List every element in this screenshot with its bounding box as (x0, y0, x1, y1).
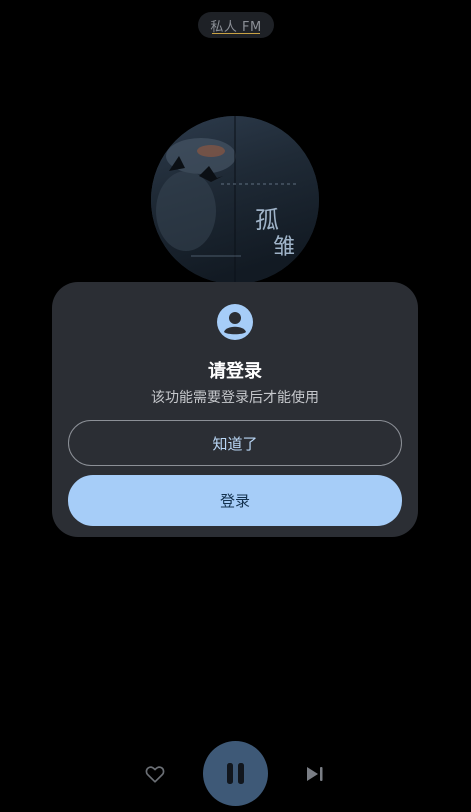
album-art-image: 孤 雏 (151, 116, 319, 284)
album-cover: 孤 雏 (151, 116, 319, 284)
dialog-title: 请登录 (208, 361, 262, 382)
dismiss-button[interactable]: 知道了 (68, 420, 402, 466)
title-underline (212, 33, 260, 34)
login-button[interactable]: 登录 (68, 475, 402, 526)
login-dialog: 请登录 该功能需要登录后才能使用 知道了 登录 (52, 282, 418, 537)
fm-title-pill[interactable]: 私人 FM (198, 12, 274, 38)
user-avatar-icon (217, 304, 253, 340)
heart-outline-icon[interactable] (144, 763, 166, 785)
skip-next-icon[interactable] (305, 764, 325, 784)
album-title-lettering: 孤 (255, 206, 279, 234)
dialog-description: 该功能需要登录后才能使用 (151, 390, 319, 406)
page-title: 私人 FM (210, 19, 262, 35)
player-screen: 私人 FM 孤 雏 请登录 该功能需要登录后才能使用 知道了 登录 (0, 0, 471, 812)
album-title-lettering-2: 雏 (273, 235, 295, 260)
play-pause-button[interactable] (203, 741, 268, 806)
pause-icon (227, 763, 244, 784)
